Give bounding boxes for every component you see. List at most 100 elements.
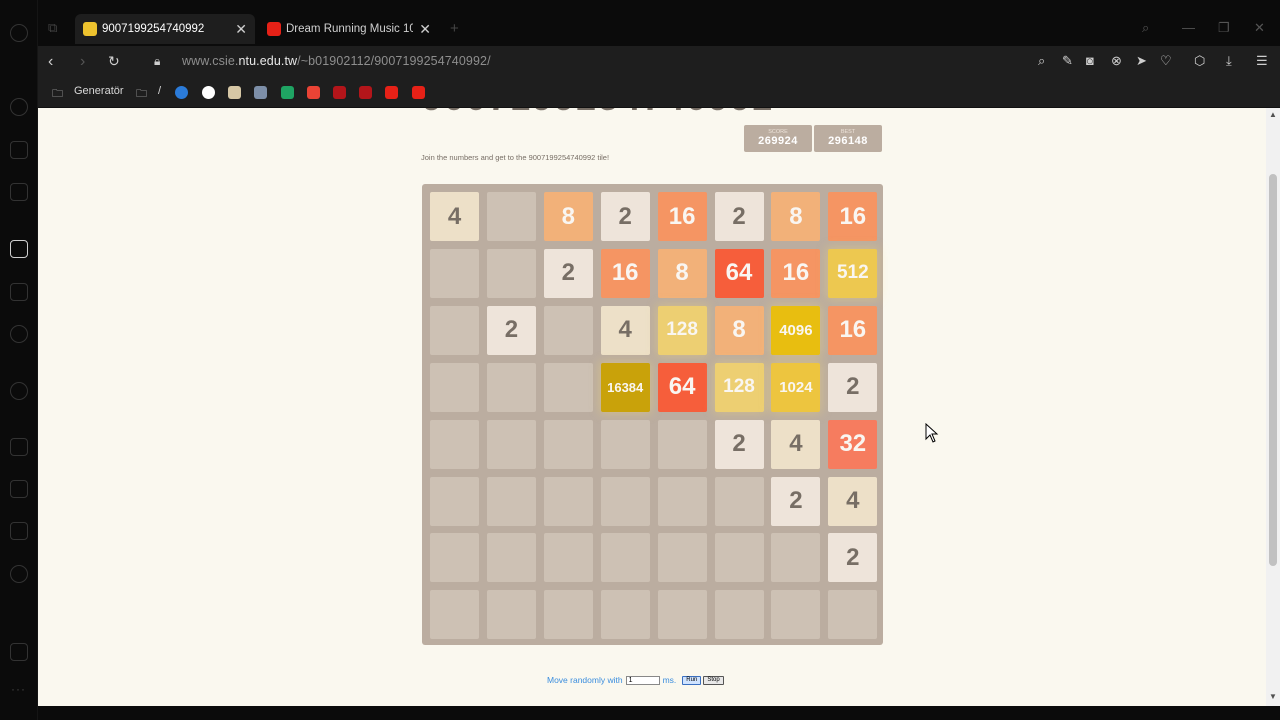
auto-move-controls: Move randomly with ms. Run Stop	[547, 675, 724, 685]
vpn-icon[interactable]	[10, 325, 28, 343]
url-field[interactable]: www.csie.ntu.edu.tw/~b01902112/900719925…	[182, 54, 491, 68]
bookmark-red-icon[interactable]	[333, 86, 346, 99]
tab-favicon-icon	[83, 22, 97, 36]
tab-youtube[interactable]: Dream Running Music 10 H ✕	[259, 14, 439, 44]
shopping-bag-icon[interactable]	[10, 141, 28, 159]
empty-cell	[430, 533, 479, 583]
gmail-icon[interactable]	[307, 86, 320, 99]
game-board[interactable]: 4 8 2 16 2 8 16 2 16 8 64 16 512 2 4 128 8 4096 16 16384 64 1…	[422, 184, 883, 645]
tile-2: 2	[714, 192, 764, 241]
vertical-scrollbar[interactable]: ▲ ▼	[1266, 108, 1280, 706]
downloads-icon[interactable]	[10, 480, 28, 498]
bookmark-slash[interactable]: /	[158, 85, 161, 97]
tab-title: 9007199254740992	[102, 23, 205, 35]
bookmark-generator[interactable]: Generatör	[74, 85, 124, 97]
empty-cell	[543, 476, 593, 526]
tile-2: 2	[828, 533, 878, 583]
forward-arrow-icon[interactable]: ›	[80, 53, 85, 71]
opera-logo-icon[interactable]	[10, 24, 28, 42]
url-host: ntu.edu.tw	[238, 54, 298, 68]
empty-cell	[771, 533, 821, 583]
chat-bubble-icon[interactable]	[202, 86, 215, 99]
send-icon[interactable]: ➤	[1136, 53, 1147, 69]
empty-cell	[430, 362, 479, 412]
tab-search-icon[interactable]: ⌕	[1142, 20, 1149, 36]
back-arrow-icon[interactable]: ‹	[48, 53, 53, 71]
empty-cell	[486, 362, 536, 412]
empty-cell	[657, 419, 707, 469]
move-label: Move randomly with	[547, 675, 623, 685]
scroll-up-arrow-icon[interactable]: ▲	[1269, 110, 1277, 119]
more-dots-icon[interactable]: ···	[11, 682, 26, 696]
interval-input[interactable]	[625, 675, 660, 685]
tile-2: 2	[486, 305, 536, 355]
close-tab-icon[interactable]: ✕	[229, 21, 247, 38]
snapshot-camera-icon[interactable]: ◙	[1086, 53, 1094, 68]
tile-64: 64	[714, 248, 764, 298]
youtube-icon[interactable]	[412, 86, 425, 99]
adblock-icon[interactable]: ⊗	[1111, 53, 1122, 69]
twitch-icon[interactable]	[10, 183, 28, 201]
extensions-cube-icon[interactable]	[10, 522, 28, 540]
tab-title: Dream Running Music 10 H	[286, 23, 414, 35]
tab-islands-icon[interactable]: ⧉	[48, 20, 57, 36]
close-window-icon[interactable]: ✕	[1254, 20, 1265, 36]
lock-icon[interactable]: 🔒︎	[154, 54, 160, 69]
news-icon[interactable]	[10, 438, 28, 456]
empty-cell	[430, 476, 479, 526]
download-icon[interactable]: ⤓	[1226, 53, 1232, 69]
youtube-favicon-icon	[267, 22, 281, 36]
tile-4: 4	[828, 476, 878, 526]
window-bottom-edge	[38, 706, 1280, 720]
minimize-icon[interactable]: —	[1182, 20, 1195, 35]
messenger-icon[interactable]	[10, 382, 28, 400]
speed-dial-icon[interactable]	[10, 98, 28, 116]
workspace-icon[interactable]	[10, 643, 28, 661]
url-prefix: www.csie.	[182, 54, 239, 68]
tile-8: 8	[771, 192, 821, 241]
empty-cell	[543, 305, 593, 355]
tile-128: 128	[714, 362, 764, 412]
browser-sidebar: ···	[0, 0, 38, 720]
tile-16: 16	[657, 192, 707, 241]
empty-cell	[543, 533, 593, 583]
reload-icon[interactable]: ↻	[108, 53, 120, 70]
score-box: SCORE 269924	[744, 125, 812, 152]
empty-cell	[600, 533, 650, 583]
empty-cell	[486, 192, 536, 241]
run-button[interactable]: Run	[682, 675, 702, 685]
maximize-icon[interactable]: ❐	[1218, 20, 1230, 36]
bookmarks-book-icon[interactable]	[10, 240, 28, 258]
tab-bar: ⧉ 9007199254740992 ✕ Dream Running Music…	[38, 0, 1280, 46]
easy-setup-menu-icon[interactable]: ☰	[1256, 53, 1268, 69]
empty-cell	[486, 419, 536, 469]
app-icon[interactable]	[254, 86, 267, 99]
stop-button[interactable]: Stop	[703, 675, 724, 685]
edge-icon[interactable]	[175, 86, 188, 99]
youtube-icon[interactable]	[385, 86, 398, 99]
extensions-icon[interactable]: ⬡	[1194, 53, 1205, 69]
tile-8: 8	[543, 192, 593, 241]
notes-icon[interactable]	[228, 86, 241, 99]
page-search-icon[interactable]: ⌕	[1038, 53, 1045, 69]
settings-gear-icon[interactable]	[10, 565, 28, 583]
url-path: /~b01902112/9007199254740992/	[297, 54, 491, 68]
empty-cell	[828, 590, 878, 640]
edit-icon[interactable]: ✎	[1062, 53, 1073, 69]
empty-cell	[486, 248, 536, 298]
tile-4096: 4096	[771, 305, 821, 355]
tile-4: 4	[771, 419, 821, 469]
heart-icon[interactable]: ♡	[1160, 53, 1172, 69]
tile-32: 32	[828, 419, 878, 469]
new-tab-plus-icon[interactable]: +	[450, 20, 459, 37]
rocket-icon[interactable]	[10, 283, 28, 301]
edu-icon[interactable]	[359, 86, 372, 99]
empty-cell	[600, 476, 650, 526]
scroll-thumb[interactable]	[1269, 174, 1277, 566]
google-drive-icon[interactable]	[281, 86, 294, 99]
tile-4: 4	[600, 305, 650, 355]
tile-8: 8	[714, 305, 764, 355]
scroll-down-arrow-icon[interactable]: ▼	[1269, 692, 1277, 701]
tab-2048[interactable]: 9007199254740992 ✕	[75, 14, 255, 44]
close-tab-icon[interactable]: ✕	[413, 21, 431, 38]
